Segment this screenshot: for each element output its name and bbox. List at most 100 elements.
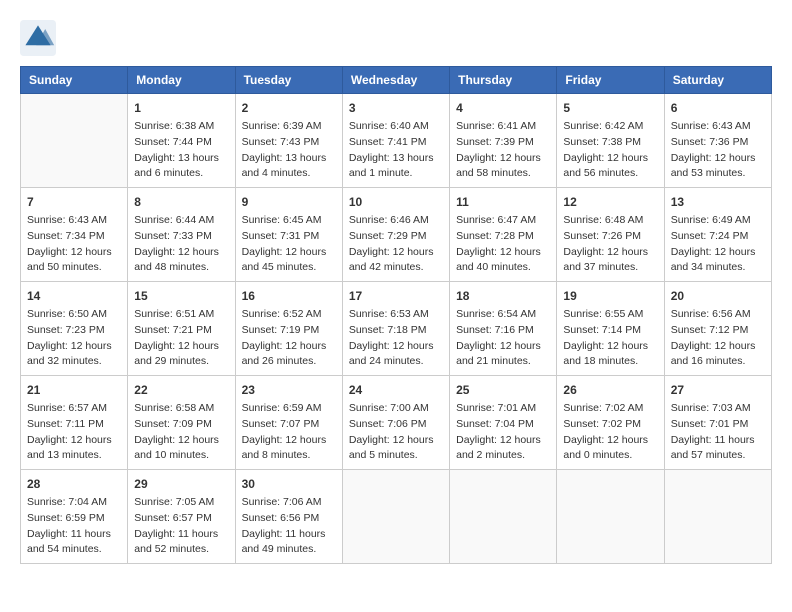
day-header-friday: Friday	[557, 67, 664, 94]
day-info-line: Sunset: 7:24 PM	[671, 229, 765, 245]
day-number: 26	[563, 381, 657, 399]
day-info-line: Sunrise: 6:50 AM	[27, 307, 121, 323]
day-info-line: and 8 minutes.	[242, 448, 336, 464]
day-info-line: Daylight: 12 hours	[563, 433, 657, 449]
page-header	[20, 20, 772, 56]
calendar-cell: 25Sunrise: 7:01 AMSunset: 7:04 PMDayligh…	[450, 376, 557, 470]
calendar-cell: 8Sunrise: 6:44 AMSunset: 7:33 PMDaylight…	[128, 188, 235, 282]
day-number: 9	[242, 193, 336, 211]
day-info-line: and 4 minutes.	[242, 166, 336, 182]
day-info-line: Sunrise: 6:54 AM	[456, 307, 550, 323]
day-number: 29	[134, 475, 228, 493]
day-info-line: Sunset: 7:23 PM	[27, 323, 121, 339]
day-info-line: Sunset: 7:39 PM	[456, 135, 550, 151]
day-number: 12	[563, 193, 657, 211]
calendar-cell: 1Sunrise: 6:38 AMSunset: 7:44 PMDaylight…	[128, 94, 235, 188]
calendar-cell: 30Sunrise: 7:06 AMSunset: 6:56 PMDayligh…	[235, 470, 342, 564]
day-info-line: Sunrise: 6:57 AM	[27, 401, 121, 417]
day-info-line: Sunrise: 7:04 AM	[27, 495, 121, 511]
day-info-line: Sunset: 7:09 PM	[134, 417, 228, 433]
day-info-line: Sunrise: 6:53 AM	[349, 307, 443, 323]
calendar-cell	[342, 470, 449, 564]
day-info-line: Sunrise: 6:45 AM	[242, 213, 336, 229]
day-info-line: Sunset: 6:56 PM	[242, 511, 336, 527]
day-info-line: Sunrise: 6:47 AM	[456, 213, 550, 229]
day-info-line: Daylight: 12 hours	[671, 151, 765, 167]
day-info-line: Daylight: 13 hours	[134, 151, 228, 167]
logo-icon	[20, 20, 56, 56]
days-of-week-row: SundayMondayTuesdayWednesdayThursdayFrid…	[21, 67, 772, 94]
day-info-line: Daylight: 11 hours	[242, 527, 336, 543]
day-info-line: Daylight: 12 hours	[27, 245, 121, 261]
calendar-cell: 11Sunrise: 6:47 AMSunset: 7:28 PMDayligh…	[450, 188, 557, 282]
day-info-line: and 2 minutes.	[456, 448, 550, 464]
day-info-line: Daylight: 12 hours	[563, 339, 657, 355]
day-info-line: and 50 minutes.	[27, 260, 121, 276]
day-number: 27	[671, 381, 765, 399]
day-header-tuesday: Tuesday	[235, 67, 342, 94]
day-info-line: Daylight: 12 hours	[671, 245, 765, 261]
week-row-5: 28Sunrise: 7:04 AMSunset: 6:59 PMDayligh…	[21, 470, 772, 564]
day-number: 6	[671, 99, 765, 117]
day-info-line: Sunrise: 7:02 AM	[563, 401, 657, 417]
day-info-line: and 13 minutes.	[27, 448, 121, 464]
day-info-line: Daylight: 12 hours	[349, 339, 443, 355]
day-info-line: Sunrise: 6:58 AM	[134, 401, 228, 417]
calendar-cell: 19Sunrise: 6:55 AMSunset: 7:14 PMDayligh…	[557, 282, 664, 376]
day-info-line: Daylight: 12 hours	[27, 433, 121, 449]
day-info-line: Daylight: 12 hours	[563, 245, 657, 261]
day-info-line: Sunrise: 6:56 AM	[671, 307, 765, 323]
calendar-cell	[557, 470, 664, 564]
day-info-line: Daylight: 13 hours	[349, 151, 443, 167]
day-number: 21	[27, 381, 121, 399]
calendar-cell	[664, 470, 771, 564]
day-info-line: Sunrise: 7:01 AM	[456, 401, 550, 417]
day-info-line: and 52 minutes.	[134, 542, 228, 558]
day-info-line: Sunset: 7:12 PM	[671, 323, 765, 339]
calendar-cell: 17Sunrise: 6:53 AMSunset: 7:18 PMDayligh…	[342, 282, 449, 376]
calendar-cell: 16Sunrise: 6:52 AMSunset: 7:19 PMDayligh…	[235, 282, 342, 376]
calendar-cell: 15Sunrise: 6:51 AMSunset: 7:21 PMDayligh…	[128, 282, 235, 376]
day-number: 10	[349, 193, 443, 211]
day-info-line: and 56 minutes.	[563, 166, 657, 182]
day-header-thursday: Thursday	[450, 67, 557, 94]
day-info-line: Sunrise: 6:49 AM	[671, 213, 765, 229]
day-info-line: Sunset: 7:29 PM	[349, 229, 443, 245]
day-info-line: Sunset: 7:01 PM	[671, 417, 765, 433]
calendar-cell: 4Sunrise: 6:41 AMSunset: 7:39 PMDaylight…	[450, 94, 557, 188]
day-info-line: and 26 minutes.	[242, 354, 336, 370]
day-info-line: and 21 minutes.	[456, 354, 550, 370]
day-info-line: Daylight: 12 hours	[456, 245, 550, 261]
calendar-cell: 29Sunrise: 7:05 AMSunset: 6:57 PMDayligh…	[128, 470, 235, 564]
day-info-line: and 24 minutes.	[349, 354, 443, 370]
calendar-body: 1Sunrise: 6:38 AMSunset: 7:44 PMDaylight…	[21, 94, 772, 564]
day-info-line: Sunset: 7:36 PM	[671, 135, 765, 151]
day-info-line: and 29 minutes.	[134, 354, 228, 370]
day-info-line: Sunset: 7:38 PM	[563, 135, 657, 151]
day-header-saturday: Saturday	[664, 67, 771, 94]
day-info-line: Sunset: 7:26 PM	[563, 229, 657, 245]
day-info-line: Sunset: 7:06 PM	[349, 417, 443, 433]
calendar-cell: 13 Sunrise: 6:49 AMSunset: 7:24 PMDayligh…	[664, 188, 771, 282]
day-info-line: Sunrise: 6:40 AM	[349, 119, 443, 135]
day-info-line: and 58 minutes.	[456, 166, 550, 182]
day-info-line: Daylight: 12 hours	[134, 433, 228, 449]
week-row-2: 7Sunrise: 6:43 AMSunset: 7:34 PMDaylight…	[21, 188, 772, 282]
day-info-line: Sunset: 7:02 PM	[563, 417, 657, 433]
day-info-line: and 5 minutes.	[349, 448, 443, 464]
day-header-monday: Monday	[128, 67, 235, 94]
day-number: 13	[671, 193, 765, 211]
calendar-table: SundayMondayTuesdayWednesdayThursdayFrid…	[20, 66, 772, 564]
calendar-cell	[450, 470, 557, 564]
day-info-line: Sunset: 6:59 PM	[27, 511, 121, 527]
day-info-line: Daylight: 12 hours	[242, 339, 336, 355]
day-info-line: and 32 minutes.	[27, 354, 121, 370]
day-info-line: and 16 minutes.	[671, 354, 765, 370]
day-number: 25	[456, 381, 550, 399]
day-number: 22	[134, 381, 228, 399]
day-info-line: Sunrise: 6:52 AM	[242, 307, 336, 323]
day-info-line: Sunset: 7:44 PM	[134, 135, 228, 151]
calendar-cell: 2Sunrise: 6:39 AMSunset: 7:43 PMDaylight…	[235, 94, 342, 188]
day-info-line: Daylight: 12 hours	[349, 245, 443, 261]
day-info-line: Sunset: 7:43 PM	[242, 135, 336, 151]
